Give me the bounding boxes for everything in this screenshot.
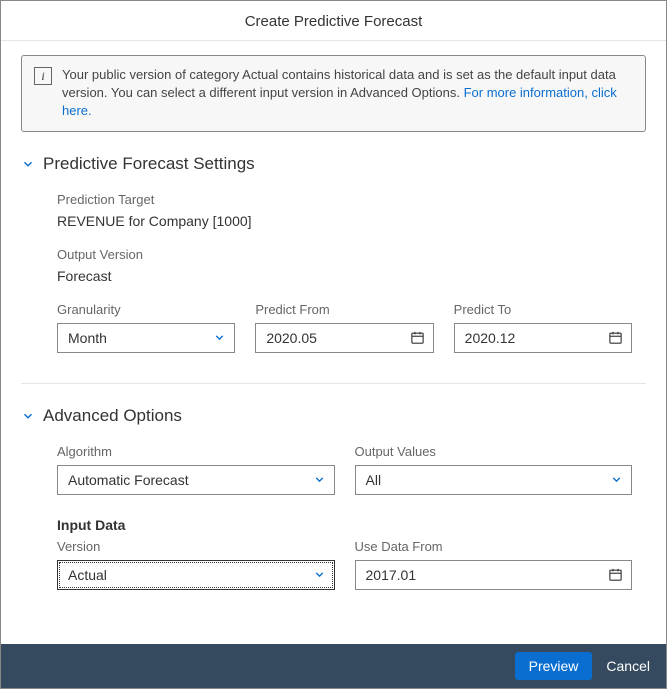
version-label: Version xyxy=(57,539,335,554)
prediction-target-value: REVENUE for Company [1000] xyxy=(57,213,632,229)
predict-from-label: Predict From xyxy=(255,302,433,317)
info-icon: i xyxy=(34,67,52,85)
algorithm-select[interactable]: Automatic Forecast xyxy=(57,465,335,495)
dialog-title: Create Predictive Forecast xyxy=(1,1,666,41)
advanced-row1: Algorithm Automatic Forecast Output Valu… xyxy=(35,444,632,495)
calendar-icon[interactable] xyxy=(410,330,425,345)
calendar-icon[interactable] xyxy=(608,330,623,345)
cancel-button[interactable]: Cancel xyxy=(606,658,650,674)
info-text-block: Your public version of category Actual c… xyxy=(62,66,633,121)
predict-from-value: 2020.05 xyxy=(266,330,317,346)
chevron-down-icon xyxy=(21,409,35,423)
input-data-title: Input Data xyxy=(35,517,632,533)
granularity-value: Month xyxy=(68,330,107,346)
granularity-col: Granularity Month xyxy=(57,302,235,353)
version-value: Actual xyxy=(68,567,107,583)
predict-to-value: 2020.12 xyxy=(465,330,516,346)
use-data-from-label: Use Data From xyxy=(355,539,633,554)
settings-section: Predictive Forecast Settings Prediction … xyxy=(21,154,646,353)
prediction-target-block: Prediction Target REVENUE for Company [1… xyxy=(35,192,632,229)
create-predictive-forecast-dialog: Create Predictive Forecast i Your public… xyxy=(0,0,667,689)
algorithm-col: Algorithm Automatic Forecast xyxy=(57,444,335,495)
prediction-target-label: Prediction Target xyxy=(57,192,632,207)
use-data-from-input[interactable]: 2017.01 xyxy=(355,560,633,590)
dialog-footer: Preview Cancel xyxy=(1,644,666,688)
output-values-select[interactable]: All xyxy=(355,465,633,495)
advanced-section-header[interactable]: Advanced Options xyxy=(21,406,632,426)
predict-to-label: Predict To xyxy=(454,302,632,317)
granularity-select[interactable]: Month xyxy=(57,323,235,353)
chevron-down-icon xyxy=(610,473,623,486)
advanced-section-title: Advanced Options xyxy=(43,406,182,426)
predict-to-col: Predict To 2020.12 xyxy=(454,302,632,353)
dialog-content: i Your public version of category Actual… xyxy=(1,41,666,644)
output-values-label: Output Values xyxy=(355,444,633,459)
calendar-icon[interactable] xyxy=(608,567,623,582)
settings-section-title: Predictive Forecast Settings xyxy=(43,154,255,174)
output-version-label: Output Version xyxy=(57,247,632,262)
output-version-value: Forecast xyxy=(57,268,632,284)
version-col: Version Actual xyxy=(57,539,335,590)
version-select[interactable]: Actual xyxy=(57,560,335,590)
chevron-down-icon xyxy=(313,473,326,486)
output-values-value: All xyxy=(366,472,382,488)
section-divider xyxy=(21,383,646,384)
advanced-row2: Version Actual Use Data From 2017.01 xyxy=(35,539,632,590)
settings-section-header[interactable]: Predictive Forecast Settings xyxy=(21,154,632,174)
preview-button[interactable]: Preview xyxy=(515,652,593,680)
algorithm-value: Automatic Forecast xyxy=(68,472,189,488)
advanced-section: Advanced Options Algorithm Automatic For… xyxy=(21,406,646,590)
chevron-down-icon xyxy=(213,331,226,344)
settings-row: Granularity Month Predict From 2020.05 xyxy=(35,302,632,353)
predict-from-col: Predict From 2020.05 xyxy=(255,302,433,353)
chevron-down-icon xyxy=(313,568,326,581)
predict-from-input[interactable]: 2020.05 xyxy=(255,323,433,353)
use-data-from-value: 2017.01 xyxy=(366,567,417,583)
algorithm-label: Algorithm xyxy=(57,444,335,459)
granularity-label: Granularity xyxy=(57,302,235,317)
output-version-block: Output Version Forecast xyxy=(35,247,632,284)
output-values-col: Output Values All xyxy=(355,444,633,495)
info-message: i Your public version of category Actual… xyxy=(21,55,646,132)
use-data-from-col: Use Data From 2017.01 xyxy=(355,539,633,590)
chevron-down-icon xyxy=(21,157,35,171)
predict-to-input[interactable]: 2020.12 xyxy=(454,323,632,353)
